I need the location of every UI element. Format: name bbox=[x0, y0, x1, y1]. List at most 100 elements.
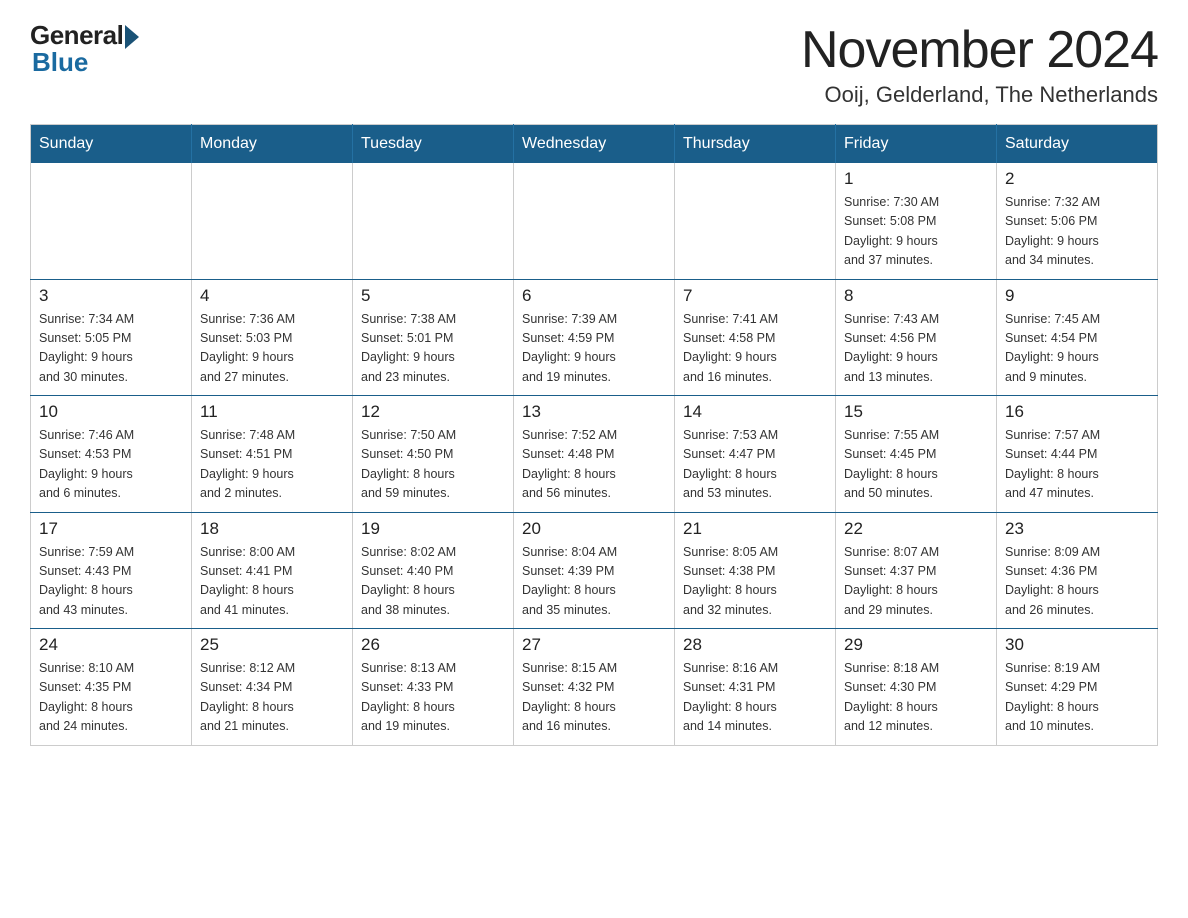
calendar-subtitle: Ooij, Gelderland, The Netherlands bbox=[801, 82, 1158, 108]
calendar-cell bbox=[514, 163, 675, 279]
day-number: 15 bbox=[844, 402, 988, 422]
weekday-header-row: SundayMondayTuesdayWednesdayThursdayFrid… bbox=[31, 125, 1158, 164]
calendar-cell: 26 Sunrise: 8:13 AMSunset: 4:33 PMDayligh… bbox=[353, 629, 514, 746]
day-number: 20 bbox=[522, 519, 666, 539]
weekday-header-tuesday: Tuesday bbox=[353, 125, 514, 164]
day-info: Sunrise: 8:02 AMSunset: 4:40 PMDaylight:… bbox=[361, 543, 505, 621]
calendar-cell: 29 Sunrise: 8:18 AMSunset: 4:30 PMDayligh… bbox=[836, 629, 997, 746]
calendar-cell: 25Sunrise: 8:12 AMSunset: 4:34 PMDayligh… bbox=[192, 629, 353, 746]
day-number: 18 bbox=[200, 519, 344, 539]
day-number: 24 bbox=[39, 635, 183, 655]
calendar-week-row: 3 Sunrise: 7:34 AMSunset: 5:05 PMDaylight… bbox=[31, 279, 1158, 396]
day-number: 9 bbox=[1005, 286, 1149, 306]
day-info: Sunrise: 7:43 AMSunset: 4:56 PMDaylight:… bbox=[844, 310, 988, 388]
day-info: Sunrise: 7:34 AMSunset: 5:05 PMDaylight:… bbox=[39, 310, 183, 388]
calendar-cell: 22Sunrise: 8:07 AMSunset: 4:37 PMDayligh… bbox=[836, 512, 997, 629]
calendar-cell: 13 Sunrise: 7:52 AMSunset: 4:48 PMDayligh… bbox=[514, 396, 675, 513]
calendar-cell: 11 Sunrise: 7:48 AMSunset: 4:51 PMDayligh… bbox=[192, 396, 353, 513]
day-info: Sunrise: 8:18 AMSunset: 4:30 PMDaylight:… bbox=[844, 659, 988, 737]
day-info: Sunrise: 8:15 AMSunset: 4:32 PMDaylight:… bbox=[522, 659, 666, 737]
calendar-cell: 21 Sunrise: 8:05 AMSunset: 4:38 PMDayligh… bbox=[675, 512, 836, 629]
day-number: 11 bbox=[200, 402, 344, 422]
day-number: 3 bbox=[39, 286, 183, 306]
day-number: 21 bbox=[683, 519, 827, 539]
day-info: Sunrise: 7:41 AMSunset: 4:58 PMDaylight:… bbox=[683, 310, 827, 388]
calendar-cell: 6 Sunrise: 7:39 AMSunset: 4:59 PMDaylight… bbox=[514, 279, 675, 396]
day-number: 30 bbox=[1005, 635, 1149, 655]
day-info: Sunrise: 7:57 AMSunset: 4:44 PMDaylight:… bbox=[1005, 426, 1149, 504]
calendar-cell: 7 Sunrise: 7:41 AMSunset: 4:58 PMDaylight… bbox=[675, 279, 836, 396]
calendar-cell: 24 Sunrise: 8:10 AMSunset: 4:35 PMDayligh… bbox=[31, 629, 192, 746]
calendar-cell: 23 Sunrise: 8:09 AMSunset: 4:36 PMDayligh… bbox=[997, 512, 1158, 629]
day-info: Sunrise: 7:59 AMSunset: 4:43 PMDaylight:… bbox=[39, 543, 183, 621]
calendar-title: November 2024 bbox=[801, 20, 1158, 80]
day-number: 13 bbox=[522, 402, 666, 422]
day-number: 2 bbox=[1005, 169, 1149, 189]
day-info: Sunrise: 8:00 AMSunset: 4:41 PMDaylight:… bbox=[200, 543, 344, 621]
day-info: Sunrise: 8:13 AMSunset: 4:33 PMDaylight:… bbox=[361, 659, 505, 737]
day-number: 23 bbox=[1005, 519, 1149, 539]
day-number: 26 bbox=[361, 635, 505, 655]
calendar-week-row: 17 Sunrise: 7:59 AMSunset: 4:43 PMDayligh… bbox=[31, 512, 1158, 629]
calendar-cell bbox=[192, 163, 353, 279]
day-info: Sunrise: 7:39 AMSunset: 4:59 PMDaylight:… bbox=[522, 310, 666, 388]
day-info: Sunrise: 8:09 AMSunset: 4:36 PMDaylight:… bbox=[1005, 543, 1149, 621]
day-number: 6 bbox=[522, 286, 666, 306]
day-info: Sunrise: 7:38 AMSunset: 5:01 PMDaylight:… bbox=[361, 310, 505, 388]
day-number: 19 bbox=[361, 519, 505, 539]
weekday-header-friday: Friday bbox=[836, 125, 997, 164]
calendar-cell: 2 Sunrise: 7:32 AMSunset: 5:06 PMDaylight… bbox=[997, 163, 1158, 279]
calendar-cell: 3 Sunrise: 7:34 AMSunset: 5:05 PMDaylight… bbox=[31, 279, 192, 396]
day-number: 1 bbox=[844, 169, 988, 189]
weekday-header-thursday: Thursday bbox=[675, 125, 836, 164]
calendar-cell: 15 Sunrise: 7:55 AMSunset: 4:45 PMDayligh… bbox=[836, 396, 997, 513]
calendar-cell: 9 Sunrise: 7:45 AMSunset: 4:54 PMDaylight… bbox=[997, 279, 1158, 396]
logo-arrow-icon bbox=[125, 25, 139, 49]
weekday-header-saturday: Saturday bbox=[997, 125, 1158, 164]
calendar-cell: 10Sunrise: 7:46 AMSunset: 4:53 PMDayligh… bbox=[31, 396, 192, 513]
day-number: 14 bbox=[683, 402, 827, 422]
day-info: Sunrise: 7:45 AMSunset: 4:54 PMDaylight:… bbox=[1005, 310, 1149, 388]
calendar-cell: 17 Sunrise: 7:59 AMSunset: 4:43 PMDayligh… bbox=[31, 512, 192, 629]
day-info: Sunrise: 8:10 AMSunset: 4:35 PMDaylight:… bbox=[39, 659, 183, 737]
day-info: Sunrise: 8:04 AMSunset: 4:39 PMDaylight:… bbox=[522, 543, 666, 621]
weekday-header-sunday: Sunday bbox=[31, 125, 192, 164]
day-number: 29 bbox=[844, 635, 988, 655]
title-area: November 2024 Ooij, Gelderland, The Neth… bbox=[801, 20, 1158, 108]
day-info: Sunrise: 7:36 AMSunset: 5:03 PMDaylight:… bbox=[200, 310, 344, 388]
calendar-cell: 8Sunrise: 7:43 AMSunset: 4:56 PMDaylight… bbox=[836, 279, 997, 396]
day-info: Sunrise: 7:30 AMSunset: 5:08 PMDaylight:… bbox=[844, 193, 988, 271]
logo: General Blue bbox=[30, 20, 139, 78]
calendar-week-row: 1 Sunrise: 7:30 AMSunset: 5:08 PMDaylight… bbox=[31, 163, 1158, 279]
day-info: Sunrise: 7:48 AMSunset: 4:51 PMDaylight:… bbox=[200, 426, 344, 504]
day-info: Sunrise: 8:07 AMSunset: 4:37 PMDaylight:… bbox=[844, 543, 988, 621]
day-info: Sunrise: 7:55 AMSunset: 4:45 PMDaylight:… bbox=[844, 426, 988, 504]
calendar-cell: 28 Sunrise: 8:16 AMSunset: 4:31 PMDayligh… bbox=[675, 629, 836, 746]
calendar-cell: 30 Sunrise: 8:19 AMSunset: 4:29 PMDayligh… bbox=[997, 629, 1158, 746]
calendar-cell: 12Sunrise: 7:50 AMSunset: 4:50 PMDayligh… bbox=[353, 396, 514, 513]
day-number: 4 bbox=[200, 286, 344, 306]
day-info: Sunrise: 7:32 AMSunset: 5:06 PMDaylight:… bbox=[1005, 193, 1149, 271]
calendar-cell bbox=[31, 163, 192, 279]
calendar-cell: 16Sunrise: 7:57 AMSunset: 4:44 PMDayligh… bbox=[997, 396, 1158, 513]
weekday-header-wednesday: Wednesday bbox=[514, 125, 675, 164]
weekday-header-monday: Monday bbox=[192, 125, 353, 164]
calendar-week-row: 10Sunrise: 7:46 AMSunset: 4:53 PMDayligh… bbox=[31, 396, 1158, 513]
calendar-cell bbox=[353, 163, 514, 279]
day-number: 17 bbox=[39, 519, 183, 539]
calendar-week-row: 24 Sunrise: 8:10 AMSunset: 4:35 PMDayligh… bbox=[31, 629, 1158, 746]
day-info: Sunrise: 7:52 AMSunset: 4:48 PMDaylight:… bbox=[522, 426, 666, 504]
calendar-cell: 14Sunrise: 7:53 AMSunset: 4:47 PMDayligh… bbox=[675, 396, 836, 513]
day-number: 7 bbox=[683, 286, 827, 306]
day-info: Sunrise: 8:12 AMSunset: 4:34 PMDaylight:… bbox=[200, 659, 344, 737]
day-info: Sunrise: 8:05 AMSunset: 4:38 PMDaylight:… bbox=[683, 543, 827, 621]
calendar-cell: 5 Sunrise: 7:38 AMSunset: 5:01 PMDaylight… bbox=[353, 279, 514, 396]
day-number: 5 bbox=[361, 286, 505, 306]
day-number: 12 bbox=[361, 402, 505, 422]
calendar-cell: 20 Sunrise: 8:04 AMSunset: 4:39 PMDayligh… bbox=[514, 512, 675, 629]
day-info: Sunrise: 8:16 AMSunset: 4:31 PMDaylight:… bbox=[683, 659, 827, 737]
day-number: 28 bbox=[683, 635, 827, 655]
calendar-header: SundayMondayTuesdayWednesdayThursdayFrid… bbox=[31, 125, 1158, 164]
day-number: 10 bbox=[39, 402, 183, 422]
day-info: Sunrise: 8:19 AMSunset: 4:29 PMDaylight:… bbox=[1005, 659, 1149, 737]
